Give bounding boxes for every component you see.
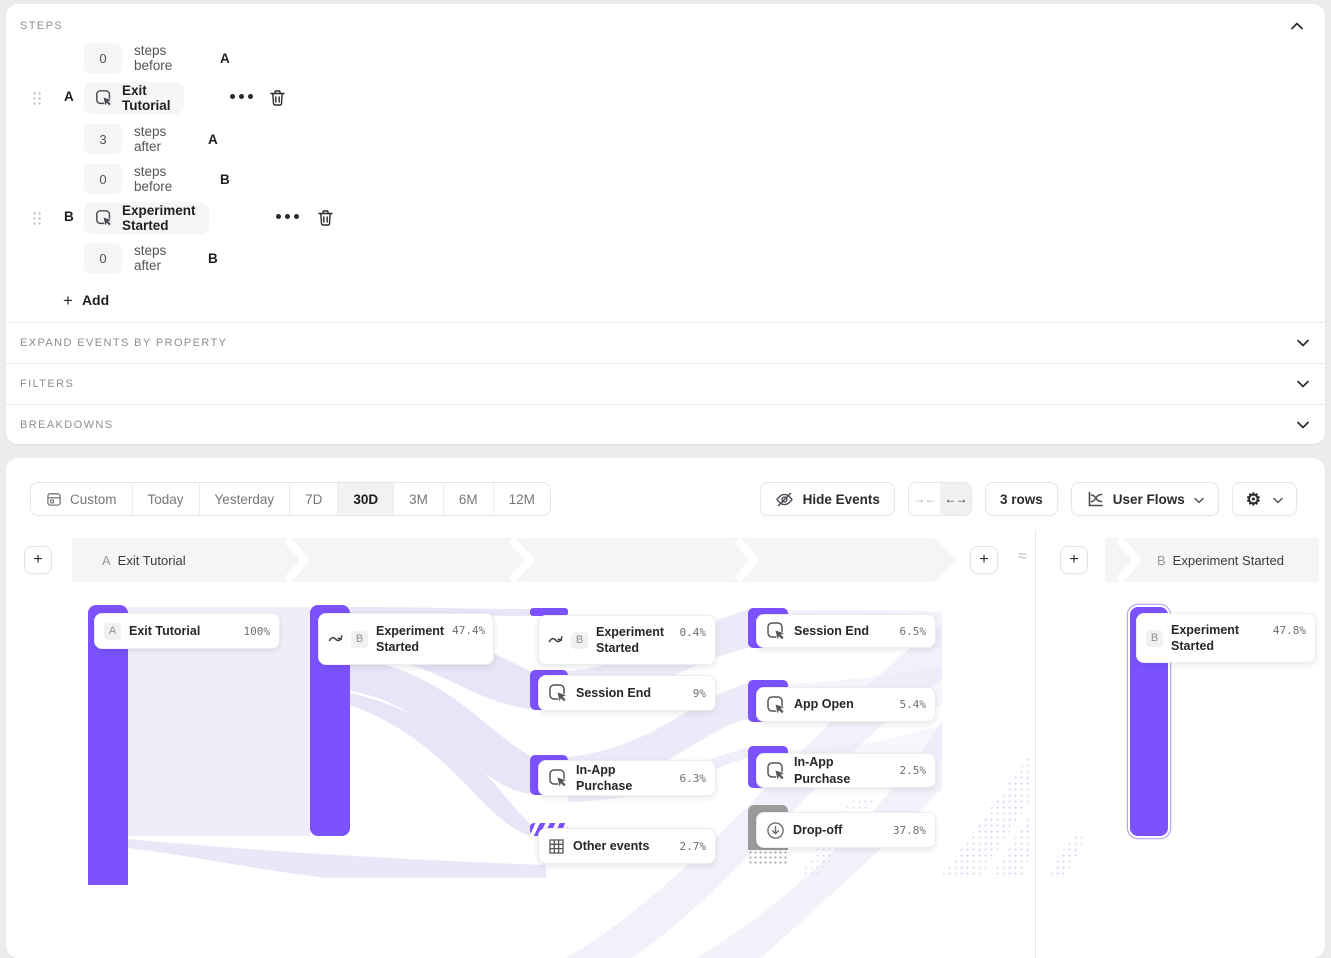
gap-ref: B <box>208 251 218 266</box>
node-percent: 47.8% <box>1273 624 1306 637</box>
node-name: In-App Purchase <box>794 754 892 787</box>
flow-node-drop-off[interactable]: Drop-off 37.8% <box>756 812 936 848</box>
flow-node-experiment-started-final[interactable]: B Experiment Started 47.8% <box>1136 613 1316 663</box>
node-percent: 6.3% <box>680 772 707 785</box>
flow-node-other-events[interactable]: Other events 2.7% <box>538 828 716 864</box>
repeat-arrow-icon <box>328 634 343 644</box>
steps-before-b-count[interactable]: 0 <box>84 164 122 194</box>
node-percent: 2.5% <box>900 764 927 777</box>
event-click-icon <box>548 683 568 703</box>
section-expand-events-by-property[interactable]: EXPAND EVENTS BY PROPERTY <box>6 322 1325 363</box>
node-percent: 5.4% <box>900 698 927 711</box>
event-click-icon <box>766 621 786 641</box>
steps-after-a-count[interactable]: 3 <box>84 124 122 154</box>
trash-icon[interactable] <box>269 89 286 112</box>
flow-node-experiment-started-small[interactable]: B Experiment Started 0.4% <box>538 615 716 665</box>
step-badge: A <box>104 623 121 640</box>
node-name: App Open <box>794 696 854 712</box>
section-label: BREAKDOWNS <box>20 419 113 431</box>
node-name: Session End <box>576 685 651 701</box>
event-picker-exit-tutorial[interactable]: Exit Tutorial <box>84 82 184 114</box>
drop-off-dots-texture <box>748 850 788 866</box>
node-percent: 100% <box>244 625 271 638</box>
steps-after-b-count[interactable]: 0 <box>84 243 122 273</box>
gap-label: steps before <box>134 164 172 194</box>
flow-node-app-open[interactable]: App Open 5.4% <box>756 687 936 722</box>
event-name: Exit Tutorial <box>122 83 171 113</box>
more-options-icon[interactable] <box>276 214 299 219</box>
more-options-icon[interactable] <box>230 94 253 99</box>
node-name: Experiment Started <box>376 623 444 656</box>
node-name: Experiment Started <box>1171 622 1253 655</box>
drop-off-arrow-icon <box>766 821 785 840</box>
node-name: Experiment Started <box>596 624 670 657</box>
event-click-icon <box>766 695 786 715</box>
flow-node-exit-tutorial[interactable]: A Exit Tutorial 100% <box>94 613 280 649</box>
gap-ref: A <box>220 51 230 66</box>
gap-label: steps after <box>134 243 166 273</box>
add-label: Add <box>82 292 109 308</box>
steps-section-header[interactable]: STEPS <box>20 14 1309 38</box>
flow-node-experiment-started-step1[interactable]: B Experiment Started 47.4% <box>318 613 494 665</box>
grid-icon <box>548 838 565 855</box>
gap-ref: B <box>220 172 230 187</box>
node-percent: 47.4% <box>452 624 485 637</box>
step-badge: B <box>571 632 588 649</box>
step-badge: B <box>351 631 368 648</box>
gap-label: steps after <box>134 124 166 154</box>
node-percent: 2.7% <box>680 840 707 853</box>
chevron-up-icon[interactable] <box>1287 16 1307 36</box>
flow-node-in-app-purchase-col3[interactable]: In-App Purchase 6.3% <box>538 760 716 796</box>
event-click-icon <box>95 89 113 107</box>
flow-node-in-app-purchase-col4[interactable]: In-App Purchase 2.5% <box>756 753 936 788</box>
event-click-icon <box>95 209 113 227</box>
node-percent: 6.5% <box>900 625 927 638</box>
add-step-button[interactable]: + Add <box>63 288 109 312</box>
steps-before-a-count[interactable]: 0 <box>84 43 122 73</box>
section-label: EXPAND EVENTS BY PROPERTY <box>20 337 227 349</box>
repeat-arrow-icon <box>548 635 563 645</box>
event-click-icon <box>548 768 568 788</box>
section-breakdowns[interactable]: BREAKDOWNS <box>6 404 1325 445</box>
event-name: Experiment Started <box>122 203 196 233</box>
step-letter: B <box>64 209 74 224</box>
steps-title: STEPS <box>20 20 63 32</box>
plus-icon: + <box>63 292 73 309</box>
gap-ref: A <box>208 132 218 147</box>
node-name: Drop-off <box>793 822 842 838</box>
gap-label: steps before <box>134 43 172 73</box>
node-percent: 37.8% <box>893 824 926 837</box>
event-click-icon <box>766 761 786 781</box>
section-label: FILTERS <box>20 378 74 390</box>
node-name: Other events <box>573 838 649 854</box>
node-name: Session End <box>794 623 869 639</box>
chevron-down-icon[interactable] <box>1297 416 1309 434</box>
flow-node-session-end-col3[interactable]: Session End 9% <box>538 675 716 711</box>
chevron-down-icon[interactable] <box>1297 375 1309 393</box>
node-percent: 9% <box>693 687 706 700</box>
step-badge: B <box>1146 630 1163 647</box>
node-name: Exit Tutorial <box>129 623 200 639</box>
trash-icon[interactable] <box>317 209 334 232</box>
query-builder-panel: STEPS 0 steps before A A Exit Tutorial 3… <box>6 4 1325 444</box>
event-picker-experiment-started[interactable]: Experiment Started <box>84 202 209 234</box>
drag-handle-icon[interactable] <box>32 211 41 226</box>
flows-report-panel: Custom Today Yesterday 7D 30D 3M 6M 12M … <box>6 458 1325 958</box>
step-letter: A <box>64 89 74 104</box>
chevron-down-icon[interactable] <box>1297 334 1309 352</box>
node-name: In-App Purchase <box>576 762 672 795</box>
section-filters[interactable]: FILTERS <box>6 363 1325 404</box>
node-percent: 0.4% <box>680 626 707 639</box>
flow-node-session-end-col4[interactable]: Session End 6.5% <box>756 614 936 648</box>
drag-handle-icon[interactable] <box>32 91 41 106</box>
